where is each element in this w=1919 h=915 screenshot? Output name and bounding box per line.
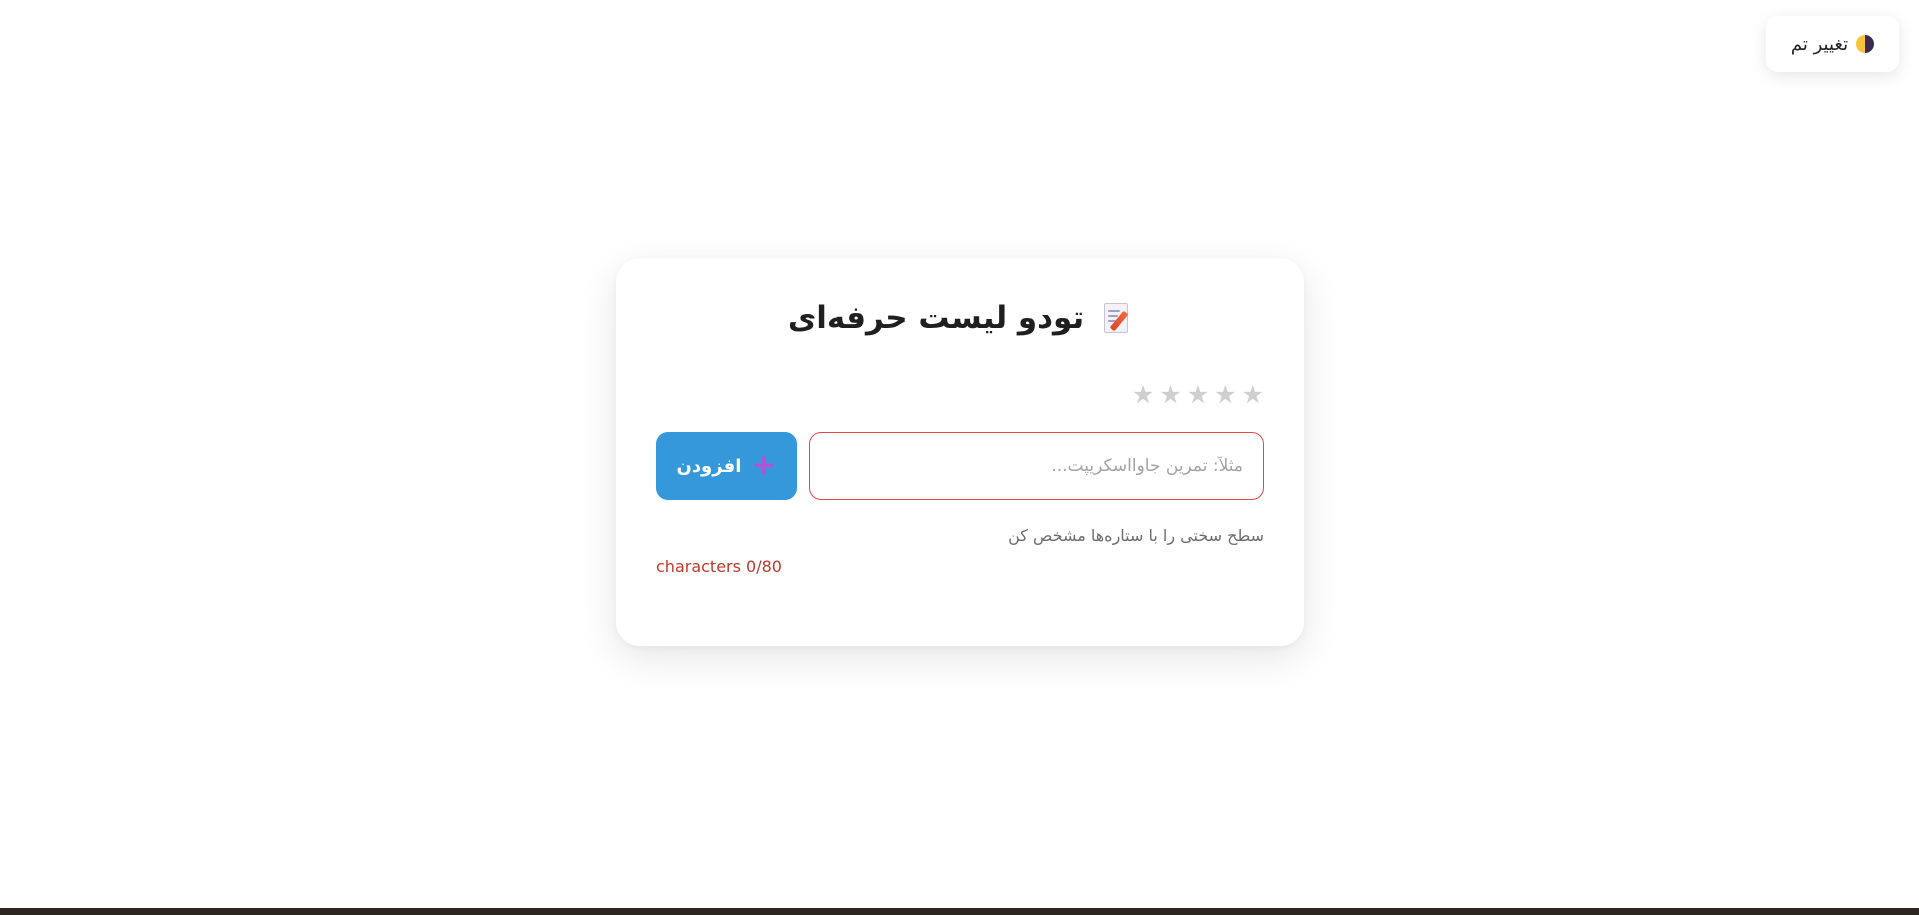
add-button[interactable]: + افزودن <box>656 432 797 500</box>
difficulty-stars: ★ ★ ★ ★ ★ <box>1132 382 1264 407</box>
page-title: تودو لیست حرفه‌ای <box>787 300 1085 336</box>
bottom-bar <box>0 908 1919 915</box>
theme-toggle-label: تغییر تم <box>1790 33 1849 55</box>
task-input[interactable] <box>809 432 1264 500</box>
star-4[interactable]: ★ <box>1159 382 1181 407</box>
star-5[interactable]: ★ <box>1132 382 1154 407</box>
memo-icon <box>1102 302 1132 334</box>
half-circle-icon <box>1856 35 1875 53</box>
input-row: + افزودن <box>656 432 1264 500</box>
title-row: تودو لیست حرفه‌ای <box>616 300 1304 336</box>
theme-toggle-button[interactable]: تغییر تم <box>1766 16 1899 72</box>
char-counter: characters 0/80 <box>656 557 782 576</box>
difficulty-hint: سطح سختی را با ستاره‌ها مشخص کن <box>1008 526 1264 545</box>
star-1[interactable]: ★ <box>1242 382 1264 407</box>
add-button-label: افزودن <box>676 455 742 477</box>
todo-card: تودو لیست حرفه‌ای ★ ★ ★ ★ ★ + افزودن سطح… <box>616 258 1304 646</box>
star-3[interactable]: ★ <box>1187 382 1209 407</box>
plus-icon: + <box>751 448 777 483</box>
star-2[interactable]: ★ <box>1214 382 1236 407</box>
